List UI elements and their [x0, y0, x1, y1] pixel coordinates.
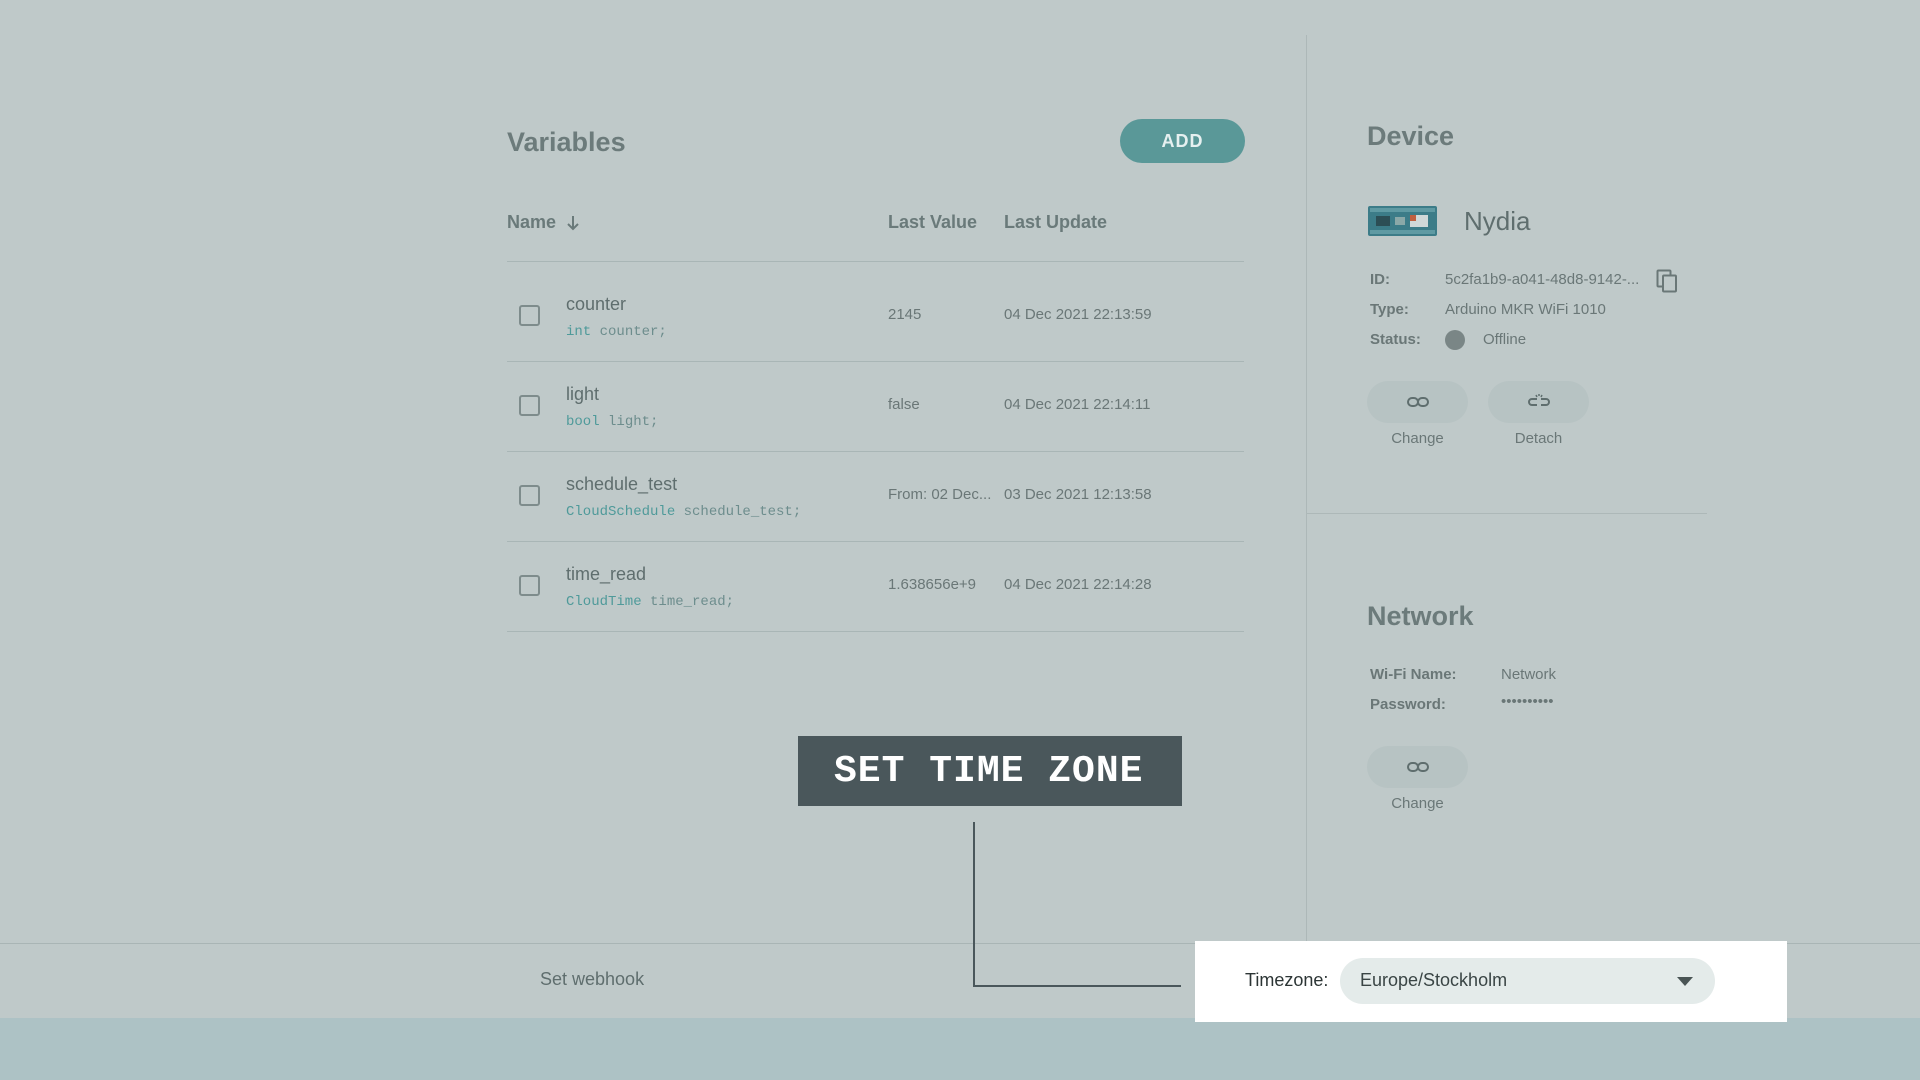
add-variable-button[interactable]: ADD	[1120, 119, 1245, 163]
last-value: false	[888, 396, 920, 413]
status-dot-icon	[1445, 330, 1465, 350]
declaration-rest: schedule_test;	[675, 504, 802, 520]
variable-declaration: bool light;	[566, 414, 658, 430]
row-divider	[507, 361, 1244, 362]
change-device-label: Change	[1391, 430, 1444, 447]
timezone-label: Timezone:	[1245, 970, 1329, 990]
device-type-value: Arduino MKR WiFi 1010	[1445, 301, 1606, 318]
network-title: Network	[1367, 601, 1474, 631]
declaration-rest: time_read;	[641, 594, 735, 610]
unlink-icon	[1527, 394, 1550, 406]
declaration-rest: counter;	[591, 324, 667, 340]
wifi-name-label: Wi-Fi Name:	[1370, 666, 1457, 683]
variable-name: counter	[566, 294, 627, 314]
row-checkbox[interactable]	[519, 395, 540, 416]
row-checkbox[interactable]	[519, 575, 540, 596]
device-id-value: 5c2fa1b9-a041-48d8-9142-...	[1445, 271, 1640, 288]
row-divider	[507, 451, 1244, 452]
variables-title: Variables	[507, 127, 626, 157]
declaration-type: bool	[566, 414, 600, 430]
table-header-divider	[507, 261, 1244, 262]
last-update: 03 Dec 2021 12:13:58	[1004, 486, 1152, 503]
device-title: Device	[1367, 121, 1455, 151]
last-update: 04 Dec 2021 22:13:59	[1004, 306, 1152, 323]
link-icon	[1406, 762, 1429, 772]
chevron-down-icon	[1677, 977, 1693, 986]
last-value: From: 02 Dec...	[888, 486, 992, 503]
column-header-name[interactable]: Name	[507, 212, 580, 233]
change-network-label: Change	[1391, 795, 1444, 812]
variable-declaration: CloudTime time_read;	[566, 594, 734, 610]
row-checkbox[interactable]	[519, 305, 540, 326]
last-value: 1.638656e+9	[888, 576, 977, 593]
timezone-select[interactable]: Europe/Stockholm	[1340, 958, 1715, 1004]
column-header-name-label: Name	[507, 212, 557, 232]
bottom-strip	[0, 1018, 1920, 1080]
row-divider	[507, 541, 1244, 542]
detach-device-button[interactable]	[1488, 381, 1589, 423]
column-header-last-update: Last Update	[1004, 212, 1108, 232]
row-checkbox[interactable]	[519, 485, 540, 506]
password-value: ••••••••••	[1501, 693, 1554, 710]
declaration-type: int	[566, 324, 592, 340]
variable-name: schedule_test	[566, 474, 678, 494]
change-network-button[interactable]	[1367, 746, 1468, 788]
row-divider	[507, 631, 1244, 632]
timezone-selected-value: Europe/Stockholm	[1360, 970, 1508, 990]
declaration-rest: light;	[599, 414, 659, 430]
device-name: Nydia	[1464, 206, 1531, 236]
wifi-name-value: Network	[1501, 666, 1557, 683]
last-update: 04 Dec 2021 22:14:11	[1004, 396, 1151, 413]
variable-declaration: int counter;	[566, 324, 667, 340]
variable-name: time_read	[566, 564, 647, 584]
change-device-button[interactable]	[1367, 381, 1468, 423]
device-status-value: Offline	[1483, 331, 1527, 348]
set-time-zone-callout: SET TIME ZONE	[798, 736, 1182, 806]
device-id-label: ID:	[1370, 271, 1390, 288]
variable-declaration: CloudSchedule schedule_test;	[566, 504, 801, 520]
declaration-type: CloudTime	[566, 594, 642, 610]
sort-down-arrow-icon	[567, 215, 579, 230]
device-status-label: Status:	[1370, 331, 1421, 348]
column-header-last-value: Last Value	[888, 212, 978, 232]
device-type-label: Type:	[1370, 301, 1409, 318]
vertical-divider	[1306, 35, 1307, 943]
set-webhook-link[interactable]: Set webhook	[540, 969, 644, 990]
variable-name: light	[566, 384, 600, 404]
last-update: 04 Dec 2021 22:14:28	[1004, 576, 1152, 593]
device-network-divider	[1307, 513, 1707, 514]
last-value: 2145	[888, 306, 922, 323]
declaration-type: CloudSchedule	[566, 504, 676, 520]
callout-connector-line	[973, 822, 1181, 987]
link-icon	[1406, 397, 1429, 407]
copy-icon[interactable]	[1656, 269, 1678, 293]
board-image-icon	[1368, 206, 1437, 236]
detach-device-label: Detach	[1514, 430, 1563, 447]
password-label: Password:	[1370, 696, 1446, 713]
